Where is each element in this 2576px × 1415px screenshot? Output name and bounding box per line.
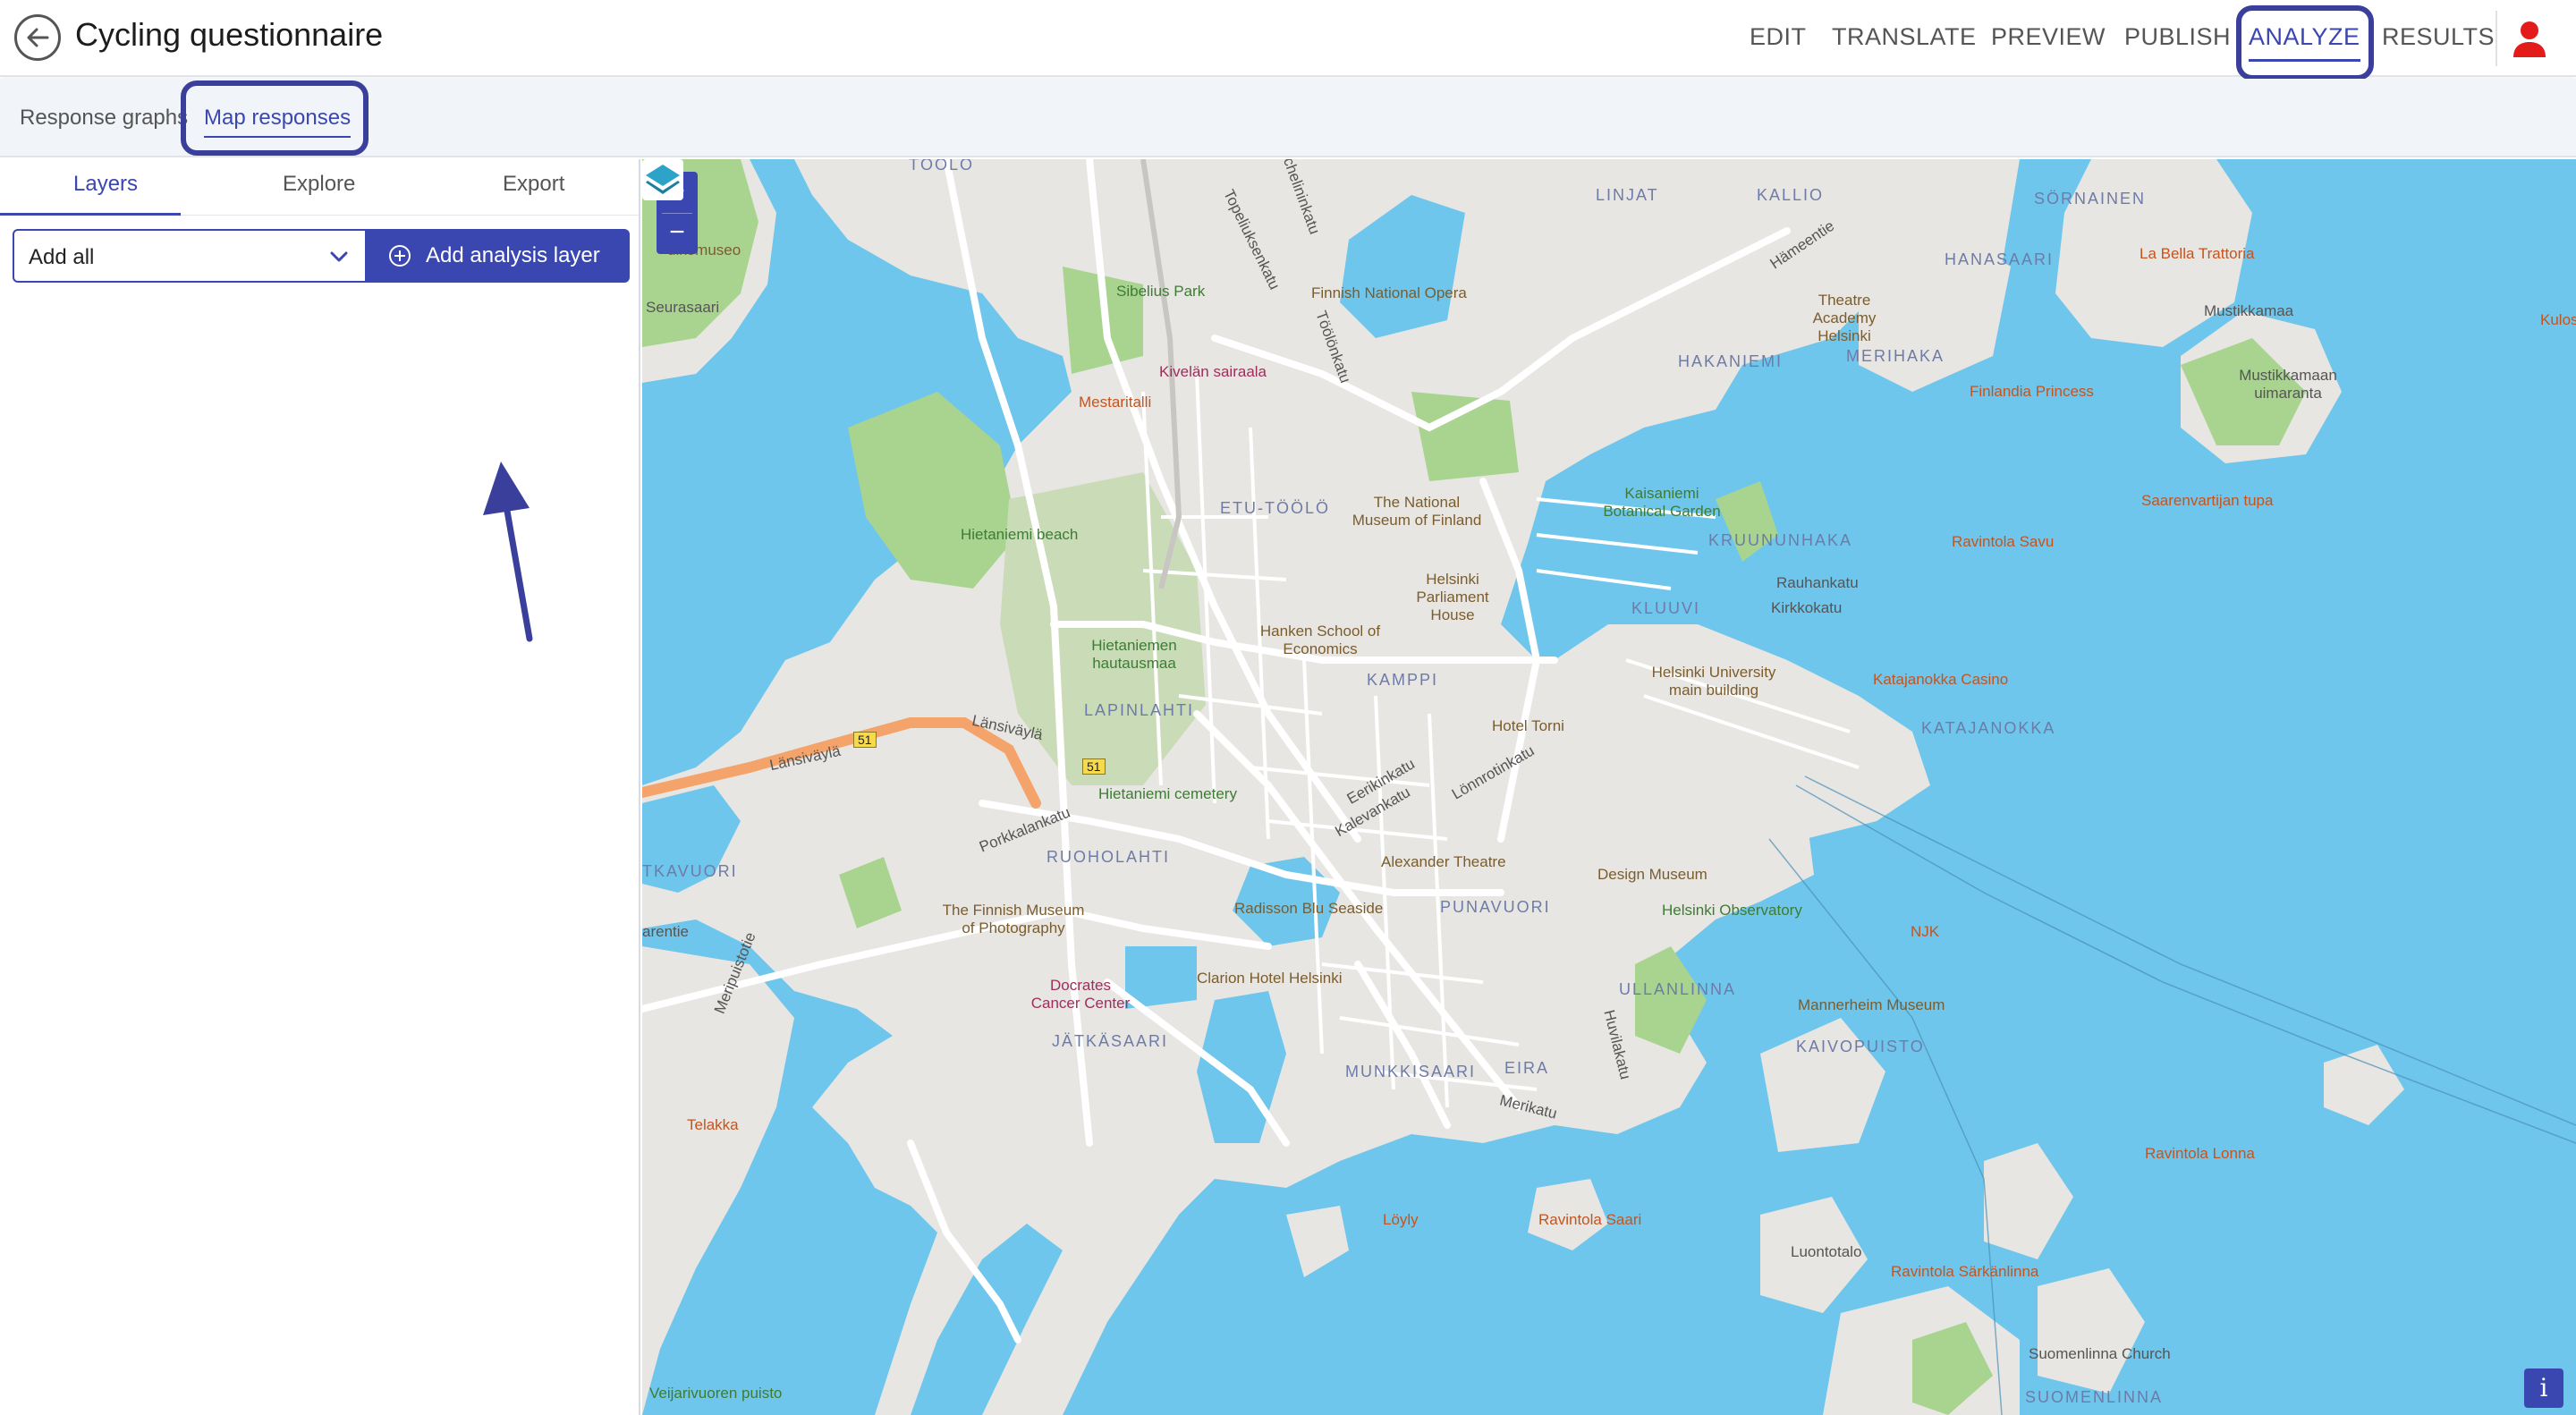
place-label: Katajanokka Casino <box>1873 671 2009 688</box>
layer-select[interactable]: Add all <box>13 229 367 283</box>
district-label: LAPINLAHTI <box>1084 701 1195 719</box>
app-header: Cycling questionnaire EDIT TRANSLATE PRE… <box>0 0 2576 80</box>
place-label: Finlandia Princess <box>1970 383 2094 400</box>
place-label: Theatre Academy Helsinki <box>1812 292 1877 344</box>
district-label: SUOMENLINNA <box>2025 1388 2164 1406</box>
place-label: Saarenvartijan tupa <box>2141 492 2274 509</box>
place-label: Mustikkamaa <box>2204 302 2294 319</box>
place-label: Luontotalo <box>1791 1243 1862 1260</box>
district-label: TKAVUORI <box>642 862 738 880</box>
district-label: LINJAT <box>1596 186 1659 204</box>
place-label: Rauhankatu <box>1776 574 1859 591</box>
add-analysis-layer-label: Add analysis layer <box>426 243 600 267</box>
place-label: Hietaniemi cemetery <box>1098 785 1237 802</box>
nav-preview[interactable]: PREVIEW <box>1991 23 2106 51</box>
place-label: Löyly <box>1383 1211 1419 1228</box>
place-label: Suomenlinna Church <box>2029 1345 2171 1362</box>
place-label: Kulosa <box>2540 311 2576 328</box>
place-label: Ravintola Lonna <box>2145 1145 2255 1162</box>
district-label: HANASAARI <box>1945 250 2055 268</box>
nav-divider <box>2496 11 2497 66</box>
district-label: SÖRNAINEN <box>2034 190 2147 208</box>
district-label: KLUUVI <box>1631 599 1701 617</box>
arrow-left-icon <box>27 28 49 47</box>
place-label: Mustikkamaan uimaranta <box>2239 367 2337 402</box>
place-label: Seurasaari <box>646 299 720 316</box>
add-analysis-layer-button[interactable]: Add analysis layer <box>367 229 630 283</box>
district-label: ULLANLINNA <box>1619 980 1737 998</box>
district-label: KAMPPI <box>1367 671 1439 689</box>
place-label: Mannerheim Museum <box>1798 996 1945 1013</box>
place-label: Sibelius Park <box>1116 283 1206 300</box>
place-label: Hanken School of Economics <box>1259 623 1381 657</box>
nav-edit[interactable]: EDIT <box>1750 23 1807 51</box>
place-label: Hietaniemi beach <box>961 526 1079 543</box>
zoom-out-button[interactable]: − <box>657 213 698 254</box>
district-label: PUNAVUORI <box>1440 898 1551 916</box>
road-label: arentie <box>642 923 689 940</box>
left-panel: Layers Explore Export Add all Add analys… <box>0 159 640 1415</box>
back-button[interactable] <box>14 14 61 61</box>
district-label: KATAJANOKKA <box>1921 719 2056 737</box>
layers-icon[interactable] <box>642 159 683 200</box>
active-layers-underline <box>0 213 181 216</box>
chevron-down-icon <box>330 251 348 262</box>
info-button[interactable]: i <box>2524 1368 2563 1408</box>
place-label: The Finnish Museum of Photography <box>942 902 1085 936</box>
place-label: The National Museum of Finland <box>1352 494 1482 529</box>
nav-publish[interactable]: PUBLISH <box>2124 23 2231 51</box>
place-label: Ravintola Särkänlinna <box>1891 1263 2039 1280</box>
district-label: KAIVOPUISTO <box>1796 1038 1925 1055</box>
tab-response-graphs[interactable]: Response graphs <box>20 106 188 131</box>
district-label: TÖÖLÖ <box>909 159 975 174</box>
tab-export[interactable]: Export <box>503 172 564 197</box>
map-responses-highlight-annotation <box>181 80 369 156</box>
place-label: Ravintola Saari <box>1538 1211 1642 1228</box>
place-label: Design Museum <box>1597 866 1707 883</box>
place-label: Clarion Hotel Helsinki <box>1197 970 1343 987</box>
map-view[interactable]: TÖÖLÖ LINJAT KALLIO SÖRNAINEN HANASAARI … <box>642 159 2576 1415</box>
place-label: La Bella Trattoria <box>2140 245 2255 262</box>
district-label: MERIHAKA <box>1846 347 1945 365</box>
sub-tab-bar: Response graphs Map responses <box>0 79 2576 157</box>
user-icon[interactable] <box>2512 20 2547 59</box>
place-label: Helsinki Parliament House <box>1416 571 1489 623</box>
place-label: Veijarivuoren puisto <box>649 1385 783 1402</box>
district-label: KALLIO <box>1757 186 1825 204</box>
place-label: Alexander Theatre <box>1381 853 1506 870</box>
analyze-highlight-annotation <box>2236 5 2374 80</box>
district-label: RUOHOLAHTI <box>1046 848 1171 866</box>
place-label: Kaisaniemi Botanical Garden <box>1603 485 1721 520</box>
place-label: Helsinki University main building <box>1651 664 1776 699</box>
route-shield: 51 <box>1082 758 1106 775</box>
route-shield: 51 <box>853 732 877 748</box>
page-title: Cycling questionnaire <box>75 16 384 53</box>
tab-explore[interactable]: Explore <box>283 172 355 197</box>
place-label: Docrates Cancer Center <box>1030 977 1131 1012</box>
place-label: Helsinki Observatory <box>1662 902 1802 919</box>
place-label: Hietaniemen hautausmaa <box>1091 637 1177 672</box>
district-label: JÄTKÄSAARI <box>1052 1032 1169 1050</box>
place-label: Kivelän sairaala <box>1159 363 1267 380</box>
place-label: Hotel Torni <box>1492 717 1564 734</box>
place-label: Radisson Blu Seaside <box>1234 900 1384 917</box>
place-label: Kirkkokatu <box>1771 599 1843 616</box>
place-label: Telakka <box>687 1116 739 1133</box>
place-label: Finnish National Opera <box>1311 284 1467 301</box>
place-label: Ravintola Savu <box>1952 533 2055 550</box>
pointer-arrow-annotation <box>483 462 533 642</box>
district-label: MUNKKISAARI <box>1345 1063 1477 1080</box>
district-label: EIRA <box>1504 1059 1550 1077</box>
tab-layers[interactable]: Layers <box>73 172 138 197</box>
district-label: ETU-TÖÖLÖ <box>1220 499 1331 517</box>
layer-select-value: Add all <box>29 245 95 269</box>
plus-circle-icon <box>389 245 411 267</box>
place-label: NJK <box>1911 923 1940 940</box>
district-label: HAKANIEMI <box>1678 352 1784 370</box>
nav-translate[interactable]: TRANSLATE <box>1832 23 1977 51</box>
district-label: KRUUNUNHAKA <box>1708 531 1853 549</box>
nav-results[interactable]: RESULTS <box>2382 23 2495 51</box>
place-label: Mestaritalli <box>1079 394 1152 411</box>
